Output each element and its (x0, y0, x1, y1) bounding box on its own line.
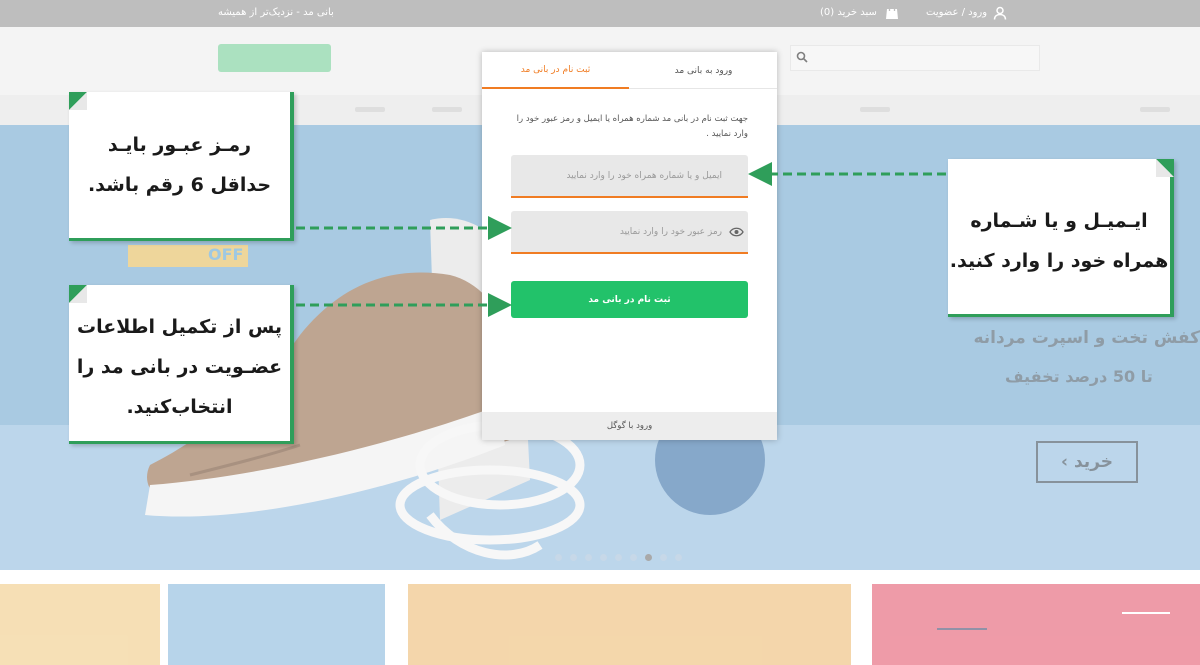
modal-tabs: ثبت نام در بانی مد ورود به بانی مد (482, 52, 777, 89)
signup-description: جهت ثبت نام در بانی مد شماره همراه یا ای… (516, 114, 748, 139)
callout-email-phone: ایـمیـل و یا شـماره همراه خود را وارد کن… (948, 159, 1174, 317)
signup-button[interactable]: ثبت نام در بانی مد (511, 281, 748, 318)
eye-icon[interactable] (729, 226, 744, 238)
signup-modal: ثبت نام در بانی مد ورود به بانی مد جهت ث… (482, 52, 777, 440)
tab-login[interactable]: ورود به بانی مد (630, 52, 777, 89)
callout-password-rule: رمـز عبـور بایـد حداقل 6 رقم باشد. (69, 92, 294, 241)
callout-line: پس از تکمیل اطلاعات (77, 316, 282, 338)
callout-line: انتخاب‌کنید. (126, 396, 233, 418)
callout-line: ایـمیـل و یا شـماره (970, 210, 1148, 232)
callout-line: همراه خود را وارد کنید. (949, 250, 1169, 272)
page-fold-icon (69, 92, 87, 110)
page-fold-icon (1156, 159, 1174, 177)
callout-line: حداقل 6 رقم باشد. (87, 174, 272, 196)
email-phone-field[interactable]: ایمیل و یا شماره همراه خود را وارد نمایی… (511, 155, 748, 198)
tab-signup[interactable]: ثبت نام در بانی مد (482, 52, 629, 89)
password-placeholder: رمز عبور خود را وارد نمایید (619, 226, 722, 237)
google-login-button[interactable]: ورود با گوگل (482, 412, 777, 440)
callout-line: عضـویت در بانی مد را (76, 356, 283, 378)
callout-line: رمـز عبـور بایـد (107, 134, 252, 156)
page-fold-icon (69, 285, 87, 303)
callout-after-fill: پس از تکمیل اطلاعات عضـویت در بانی مد را… (69, 285, 294, 444)
password-field[interactable]: رمز عبور خود را وارد نمایید (511, 211, 748, 254)
email-placeholder: ایمیل و یا شماره همراه خود را وارد نمایی… (566, 170, 722, 181)
